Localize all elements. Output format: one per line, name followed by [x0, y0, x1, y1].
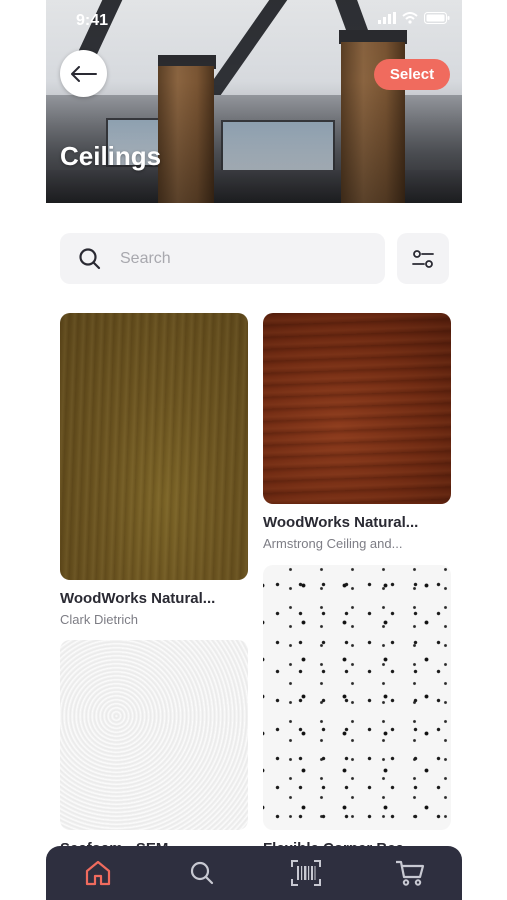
search-bar[interactable]	[60, 233, 385, 284]
search-input[interactable]	[118, 248, 362, 269]
product-card[interactable]: WoodWorks Natural... Armstrong Ceiling a…	[263, 313, 451, 551]
battery-icon	[424, 12, 450, 24]
signal-icon	[378, 12, 396, 24]
phone-screen: 9:41 Select Ceilings Search WoodWorks Na…	[46, 0, 462, 900]
product-card[interactable]	[60, 640, 248, 830]
product-title: WoodWorks Natural...	[263, 514, 419, 531]
product-card[interactable]	[263, 565, 451, 830]
wifi-icon	[402, 12, 418, 24]
search-icon	[190, 861, 214, 885]
product-thumbnail	[263, 313, 451, 504]
product-card[interactable]: WoodWorks Natural... Clark Dietrich	[60, 313, 248, 627]
barcode-scan-icon	[291, 860, 321, 886]
product-thumbnail	[263, 565, 451, 830]
back-button[interactable]	[60, 50, 107, 97]
select-button[interactable]: Select	[374, 59, 450, 90]
bottom-nav	[46, 846, 462, 900]
product-manufacturer: Armstrong Ceiling and...	[263, 536, 403, 551]
nav-home[interactable]	[78, 853, 118, 893]
product-title: WoodWorks Natural...	[60, 590, 216, 607]
product-manufacturer: Clark Dietrich	[60, 612, 139, 627]
arrow-left-icon	[70, 65, 97, 82]
status-icons	[378, 12, 450, 24]
sliders-icon	[412, 249, 434, 268]
product-thumbnail	[60, 313, 248, 580]
page-title: Ceilings	[60, 141, 162, 171]
filter-button[interactable]	[397, 233, 449, 284]
home-icon	[85, 860, 111, 886]
nav-cart[interactable]	[390, 853, 430, 893]
search-icon	[79, 247, 101, 269]
status-time: 9:41	[76, 12, 109, 29]
nav-search[interactable]	[182, 853, 222, 893]
product-thumbnail	[60, 640, 248, 830]
hero-image: 9:41 Select Ceilings	[46, 0, 462, 203]
cart-icon	[396, 860, 425, 886]
nav-scan[interactable]	[286, 853, 326, 893]
